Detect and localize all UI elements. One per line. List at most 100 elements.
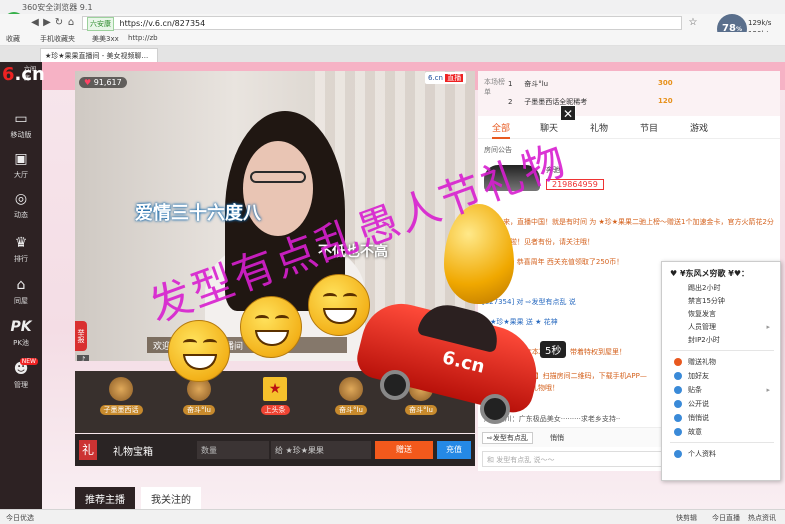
menu-ban-ip-2h[interactable]: 封IP2小时 <box>662 334 780 346</box>
live-label: 直播 <box>445 74 464 82</box>
speak-icon <box>674 400 682 408</box>
menu-send-gift[interactable]: 赠送礼物 <box>662 356 780 368</box>
menu-divider <box>670 442 774 443</box>
bookmark-item[interactable]: 手机收藏夹 <box>40 34 75 44</box>
grin-emoji-icon <box>240 296 302 358</box>
tab-shows[interactable]: 节目 <box>640 121 658 134</box>
menu-unmute[interactable]: 恢复发言 <box>662 308 780 320</box>
quantity-input[interactable]: 数量 <box>197 441 269 459</box>
menu-whisper[interactable]: 悄悄说 <box>662 412 780 424</box>
sidebar-item-mobile[interactable]: ▭ 移动版 <box>0 110 42 150</box>
sidebar-item-label: 移动版 <box>10 131 32 139</box>
window-title: 360安全浏览器 9.1 <box>22 3 93 12</box>
nav-bar: ◀ ▶ ↻ ⌂ 六安康 https://v.6.cn/827354 ☆ <box>0 14 785 32</box>
mic-icon[interactable]: ♪ <box>77 355 89 361</box>
page: 6.cn 六间房 ▭ 移动版 ▣ 大厅 ◎ 动态 ♛ 排行 ⌂ 同屋 PK PK… <box>0 62 785 509</box>
new-badge: NEW <box>19 358 38 365</box>
sidebar-item-label: 大厅 <box>14 171 28 179</box>
grin-emoji-icon <box>308 274 370 336</box>
tab-gifts[interactable]: 礼物 <box>590 121 608 134</box>
menu-kick-2h[interactable]: 踢出2小时 <box>662 282 780 294</box>
menu-sticker[interactable]: 贴条 ▸ <box>662 384 780 396</box>
home-icon[interactable]: ⌂ <box>64 16 78 30</box>
menu-add-friend[interactable]: 加好友 <box>662 370 780 382</box>
sidebar-item-label: 同屋 <box>14 297 28 305</box>
title-bar: 360安全浏览器 9.1 <box>0 0 785 14</box>
gift-item-headline[interactable]: ★ 上头条 <box>247 377 303 427</box>
gift-name: 上头条 <box>260 405 290 415</box>
sidebar-item-rank[interactable]: ♛ 排行 <box>0 234 42 274</box>
whisper-icon <box>674 414 682 422</box>
user-context-menu: ♥ ¥东风メ穷歌 ¥♥： 踢出2小时 禁言15分钟 恢复发言 人员管理 ▸ 封IP… <box>661 261 781 481</box>
tease-icon <box>674 428 682 436</box>
private-checkbox[interactable]: 悄悄 <box>550 433 564 443</box>
menu-public-say[interactable]: 公开说 <box>662 398 780 410</box>
status-quick-edit[interactable]: 快剪辑 <box>676 513 697 523</box>
gift-box-title[interactable]: 礼物宝箱 <box>113 443 153 458</box>
chevron-right-icon: ▸ <box>766 323 770 331</box>
gift-name: 子墨墨西话 <box>99 405 143 415</box>
sidebar-item-manage[interactable]: NEW ☻ 管理 <box>0 358 42 400</box>
favorite-star-icon[interactable]: ☆ <box>686 16 700 30</box>
viewer-count-badge: ♥ 91,617 <box>79 77 127 88</box>
gift-icon <box>674 358 682 366</box>
sticker-icon <box>674 386 682 394</box>
chat-message: 钟后进去啦！见者有份，请关注哦！ <box>482 238 594 246</box>
car-wheel <box>480 394 510 424</box>
address-bar[interactable]: 六安康 https://v.6.cn/827354 <box>82 16 682 31</box>
gift-item[interactable]: 子墨墨西话 <box>93 377 149 427</box>
sidebar-item-hall[interactable]: ▣ 大厅 <box>0 150 42 190</box>
context-menu-title: ♥ ¥东风メ穷歌 ¥♥： <box>670 269 750 278</box>
tab-following[interactable]: 我关注的 <box>141 487 201 509</box>
bookmark-item[interactable]: 收藏 <box>6 34 20 44</box>
bookmark-item[interactable]: http://zb <box>128 34 158 42</box>
report-button[interactable]: 举报 <box>75 321 87 351</box>
sidebar-item-label: 动态 <box>14 211 28 219</box>
menu-member-manage[interactable]: 人员管理 ▸ <box>662 321 780 333</box>
add-friend-icon <box>674 372 682 380</box>
chat-target-select[interactable]: ⇨发型有点乱 <box>482 432 533 444</box>
tab-all[interactable]: 全部 <box>492 121 511 139</box>
bottom-tabs: 推荐主播 我关注的 <box>75 487 201 509</box>
status-bar: 今日优选 快剪辑 今日直播 热点资讯 <box>0 509 785 524</box>
car-wheel <box>380 370 410 400</box>
status-hot-news[interactable]: 热点资讯 <box>748 513 776 523</box>
live-tag: 6.cn 直播 <box>425 72 467 84</box>
sidebar-item-feed[interactable]: ◎ 动态 <box>0 190 42 230</box>
house-icon: ⌂ <box>16 277 26 293</box>
lyric-caption-main: 爱情三十六度八 <box>135 203 261 224</box>
rank-row[interactable]: 2 子墨墨西话全昵稀考 120 <box>508 97 708 111</box>
menu-mute-15m[interactable]: 禁言15分钟 <box>662 295 780 307</box>
gift-box-icon[interactable]: 礼 <box>79 440 97 460</box>
recipient-select[interactable]: 给 ★珍★果果 <box>271 441 371 459</box>
gift-avatar <box>109 377 133 401</box>
crown-icon: ♛ <box>14 235 28 251</box>
send-gift-button[interactable]: 赠送 <box>375 441 433 459</box>
sidebar-item-label: 排行 <box>14 255 28 263</box>
red-car-effect: 6.cn <box>350 286 548 424</box>
pk-icon: PK <box>10 319 32 335</box>
sidebar-item-pk[interactable]: PK PK池 <box>0 318 42 358</box>
chat-tabs: 全部 聊天 礼物 节目 游戏 <box>478 117 780 139</box>
status-today-live[interactable]: 今日直播 <box>712 513 740 523</box>
sidebar-item-room[interactable]: ⌂ 同屋 <box>0 276 42 316</box>
url-text: https://v.6.cn/827354 <box>119 19 206 28</box>
rank-row[interactable]: 1 奋斗°lu 300 <box>508 79 708 93</box>
menu-tease[interactable]: 故意 <box>662 426 780 438</box>
sidebar-item-label: 管理 <box>14 381 28 389</box>
mobile-icon: ▭ <box>14 111 28 127</box>
gift-item[interactable]: 奋斗°lu <box>171 377 227 427</box>
chat-message: 快来快来，直播中国！就是有时间 为 ★珍★果果二驰上榜～赠送1个加速金卡，官方火… <box>482 218 774 226</box>
recharge-button[interactable]: 充值 <box>437 441 471 459</box>
menu-profile[interactable]: 个人资料 <box>662 448 780 460</box>
profile-icon <box>674 450 682 458</box>
status-today-picks[interactable]: 今日优选 <box>6 513 34 523</box>
tab-games[interactable]: 游戏 <box>690 121 708 134</box>
browser-tab-active[interactable]: ★珍★果果直播间 - 美女视频聊... <box>40 48 158 62</box>
left-sidebar: 6.cn 六间房 ▭ 移动版 ▣ 大厅 ◎ 动态 ♛ 排行 ⌂ 同屋 PK PK… <box>0 62 45 509</box>
bookmark-item[interactable]: 美美3xx <box>92 34 119 44</box>
menu-divider <box>670 350 774 351</box>
site-logo[interactable]: 6.cn 六间房 <box>2 64 45 92</box>
compass-icon: ◎ <box>14 191 28 207</box>
tab-recommended[interactable]: 推荐主播 <box>75 487 135 509</box>
